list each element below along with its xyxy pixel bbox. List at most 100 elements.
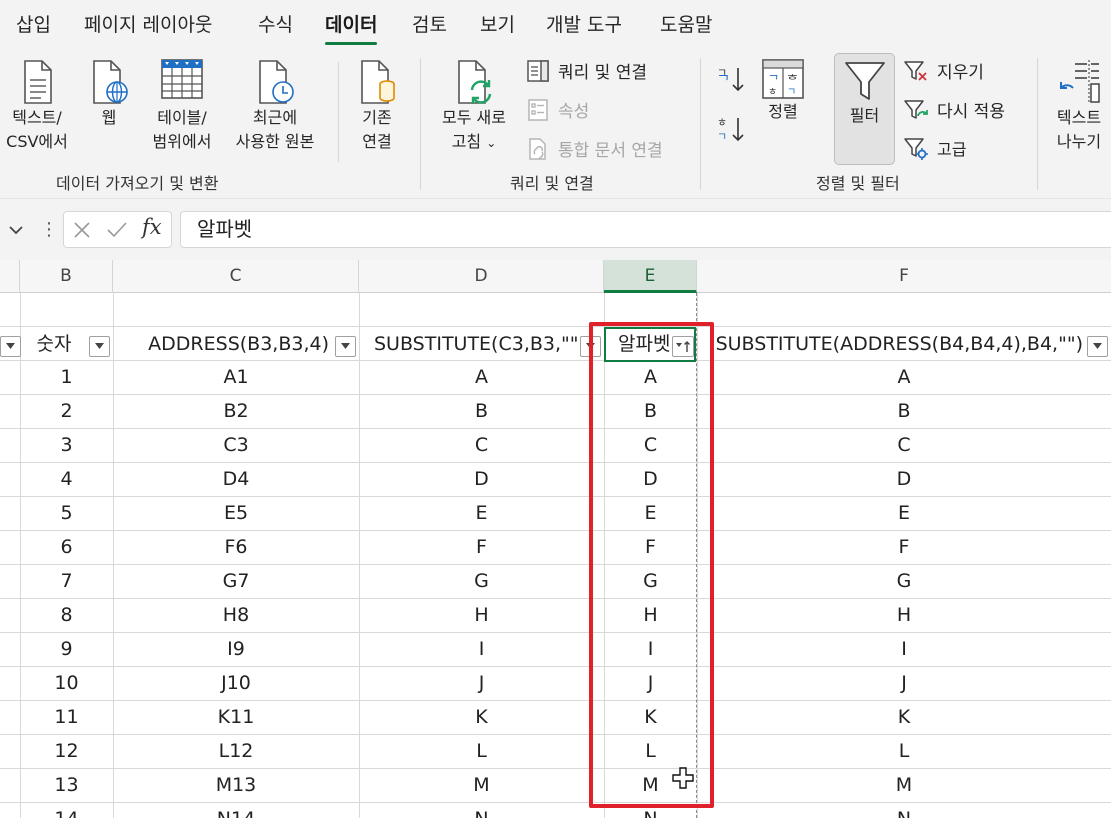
cell-f[interactable]: D: [697, 463, 1111, 496]
cell-d[interactable]: E: [359, 497, 604, 530]
cell-e[interactable]: B: [604, 395, 697, 428]
column-header-c[interactable]: C: [113, 260, 359, 293]
insert-function-button[interactable]: fx: [142, 215, 162, 239]
filter-dropdown-c[interactable]: [335, 336, 356, 357]
cell-b[interactable]: 12: [20, 735, 113, 768]
cell-c[interactable]: C3: [113, 429, 359, 462]
cell-e[interactable]: C: [604, 429, 697, 462]
sort-descending-button[interactable]: ㅎㄱ: [712, 112, 748, 146]
cell-e[interactable]: E: [604, 497, 697, 530]
cell-f[interactable]: N: [697, 803, 1111, 818]
cell-b[interactable]: 1: [20, 361, 113, 394]
cell-f[interactable]: E: [697, 497, 1111, 530]
header-cell-c[interactable]: ADDRESS(B3,B3,4): [113, 327, 333, 360]
header-cell-f[interactable]: SUBSTITUTE(ADDRESS(B4,B4,4),B4,""): [699, 327, 1085, 360]
cell-d[interactable]: L: [359, 735, 604, 768]
from-text-csv-button[interactable]: 텍스트/ CSV에서: [0, 58, 74, 154]
cell-f[interactable]: B: [697, 395, 1111, 428]
cell-e[interactable]: D: [604, 463, 697, 496]
header-cell-b[interactable]: 숫자: [20, 327, 88, 360]
column-header-b[interactable]: B: [20, 260, 113, 293]
filter-dropdown-b[interactable]: [89, 336, 110, 357]
cell-d[interactable]: D: [359, 463, 604, 496]
cell-d[interactable]: F: [359, 531, 604, 564]
cell-d[interactable]: M: [359, 769, 604, 802]
tab-page-layout[interactable]: 페이지 레이아웃: [84, 10, 212, 37]
properties-button[interactable]: 속성: [526, 97, 589, 122]
tab-help[interactable]: 도움말: [660, 10, 712, 37]
cell-c[interactable]: G7: [113, 565, 359, 598]
cell-b[interactable]: 2: [20, 395, 113, 428]
filter-dropdown-a[interactable]: [0, 336, 21, 357]
cell-b[interactable]: 3: [20, 429, 113, 462]
cell-d[interactable]: J: [359, 667, 604, 700]
queries-connections-button[interactable]: 쿼리 및 연결: [526, 58, 647, 83]
cell-d[interactable]: B: [359, 395, 604, 428]
filter-sort-button-e[interactable]: [672, 336, 694, 357]
cell-f[interactable]: K: [697, 701, 1111, 734]
cell-f[interactable]: G: [697, 565, 1111, 598]
cell-b[interactable]: 11: [20, 701, 113, 734]
cell-c[interactable]: F6: [113, 531, 359, 564]
cell-d[interactable]: I: [359, 633, 604, 666]
cell-b[interactable]: 13: [20, 769, 113, 802]
cell-d[interactable]: K: [359, 701, 604, 734]
tab-review[interactable]: 검토: [412, 10, 447, 37]
cell-c[interactable]: L12: [113, 735, 359, 768]
header-cell-e[interactable]: 알파벳: [606, 327, 672, 360]
cell-b[interactable]: 5: [20, 497, 113, 530]
refresh-all-button[interactable]: 모두 새로 고침 ⌄: [430, 58, 518, 155]
cell-c[interactable]: J10: [113, 667, 359, 700]
column-header-f[interactable]: F: [697, 260, 1111, 293]
sort-ascending-button[interactable]: ᄀㄱ: [712, 62, 748, 96]
cell-f[interactable]: C: [697, 429, 1111, 462]
cell-b[interactable]: 14: [20, 803, 113, 818]
cell-e[interactable]: A: [604, 361, 697, 394]
cell-d[interactable]: N: [359, 803, 604, 818]
cell-b[interactable]: 4: [20, 463, 113, 496]
existing-connections-button[interactable]: 기존 연결: [348, 58, 406, 154]
name-box-dropdown[interactable]: [6, 217, 26, 243]
cell-d[interactable]: A: [359, 361, 604, 394]
cell-e[interactable]: N: [604, 803, 697, 818]
filter-button[interactable]: 필터: [834, 53, 895, 165]
clear-filter-button[interactable]: 지우기: [903, 58, 984, 83]
cell-e[interactable]: H: [604, 599, 697, 632]
cell-d[interactable]: H: [359, 599, 604, 632]
reapply-filter-button[interactable]: 다시 적용: [903, 97, 1005, 122]
column-header-e[interactable]: E: [604, 260, 697, 293]
cell-c[interactable]: B2: [113, 395, 359, 428]
from-table-range-button[interactable]: 테이블/ 범위에서: [144, 58, 220, 154]
advanced-filter-button[interactable]: 고급: [903, 136, 966, 160]
cell-b[interactable]: 9: [20, 633, 113, 666]
cancel-icon[interactable]: [72, 220, 92, 240]
cell-b[interactable]: 7: [20, 565, 113, 598]
cell-f[interactable]: J: [697, 667, 1111, 700]
text-to-columns-button[interactable]: 텍스트 나누기: [1046, 58, 1111, 154]
cell-f[interactable]: H: [697, 599, 1111, 632]
tab-data[interactable]: 데이터: [325, 10, 378, 45]
cell-b[interactable]: 10: [20, 667, 113, 700]
cell-e[interactable]: K: [604, 701, 697, 734]
edit-links-button[interactable]: 통합 문서 연결: [526, 136, 663, 161]
cell-c[interactable]: A1: [113, 361, 359, 394]
cell-c[interactable]: N14: [113, 803, 359, 818]
filter-dropdown-f[interactable]: [1087, 336, 1108, 357]
tab-view[interactable]: 보기: [480, 10, 515, 37]
cell-c[interactable]: I9: [113, 633, 359, 666]
tab-formulas[interactable]: 수식: [258, 10, 293, 37]
formula-input[interactable]: 알파벳: [180, 211, 1111, 248]
cell-b[interactable]: 8: [20, 599, 113, 632]
cell-e[interactable]: J: [604, 667, 697, 700]
cell-f[interactable]: F: [697, 531, 1111, 564]
tab-developer[interactable]: 개발 도구: [546, 10, 622, 37]
more-options-icon[interactable]: ⋮: [40, 219, 58, 243]
cell-c[interactable]: E5: [113, 497, 359, 530]
cell-e[interactable]: L: [604, 735, 697, 768]
cell-f[interactable]: A: [697, 361, 1111, 394]
cell-d[interactable]: C: [359, 429, 604, 462]
cell-e[interactable]: G: [604, 565, 697, 598]
header-cell-d[interactable]: SUBSTITUTE(C3,B3,""): [362, 327, 580, 360]
cell-e[interactable]: I: [604, 633, 697, 666]
recent-sources-button[interactable]: 최근에 사용한 원본: [226, 58, 324, 154]
